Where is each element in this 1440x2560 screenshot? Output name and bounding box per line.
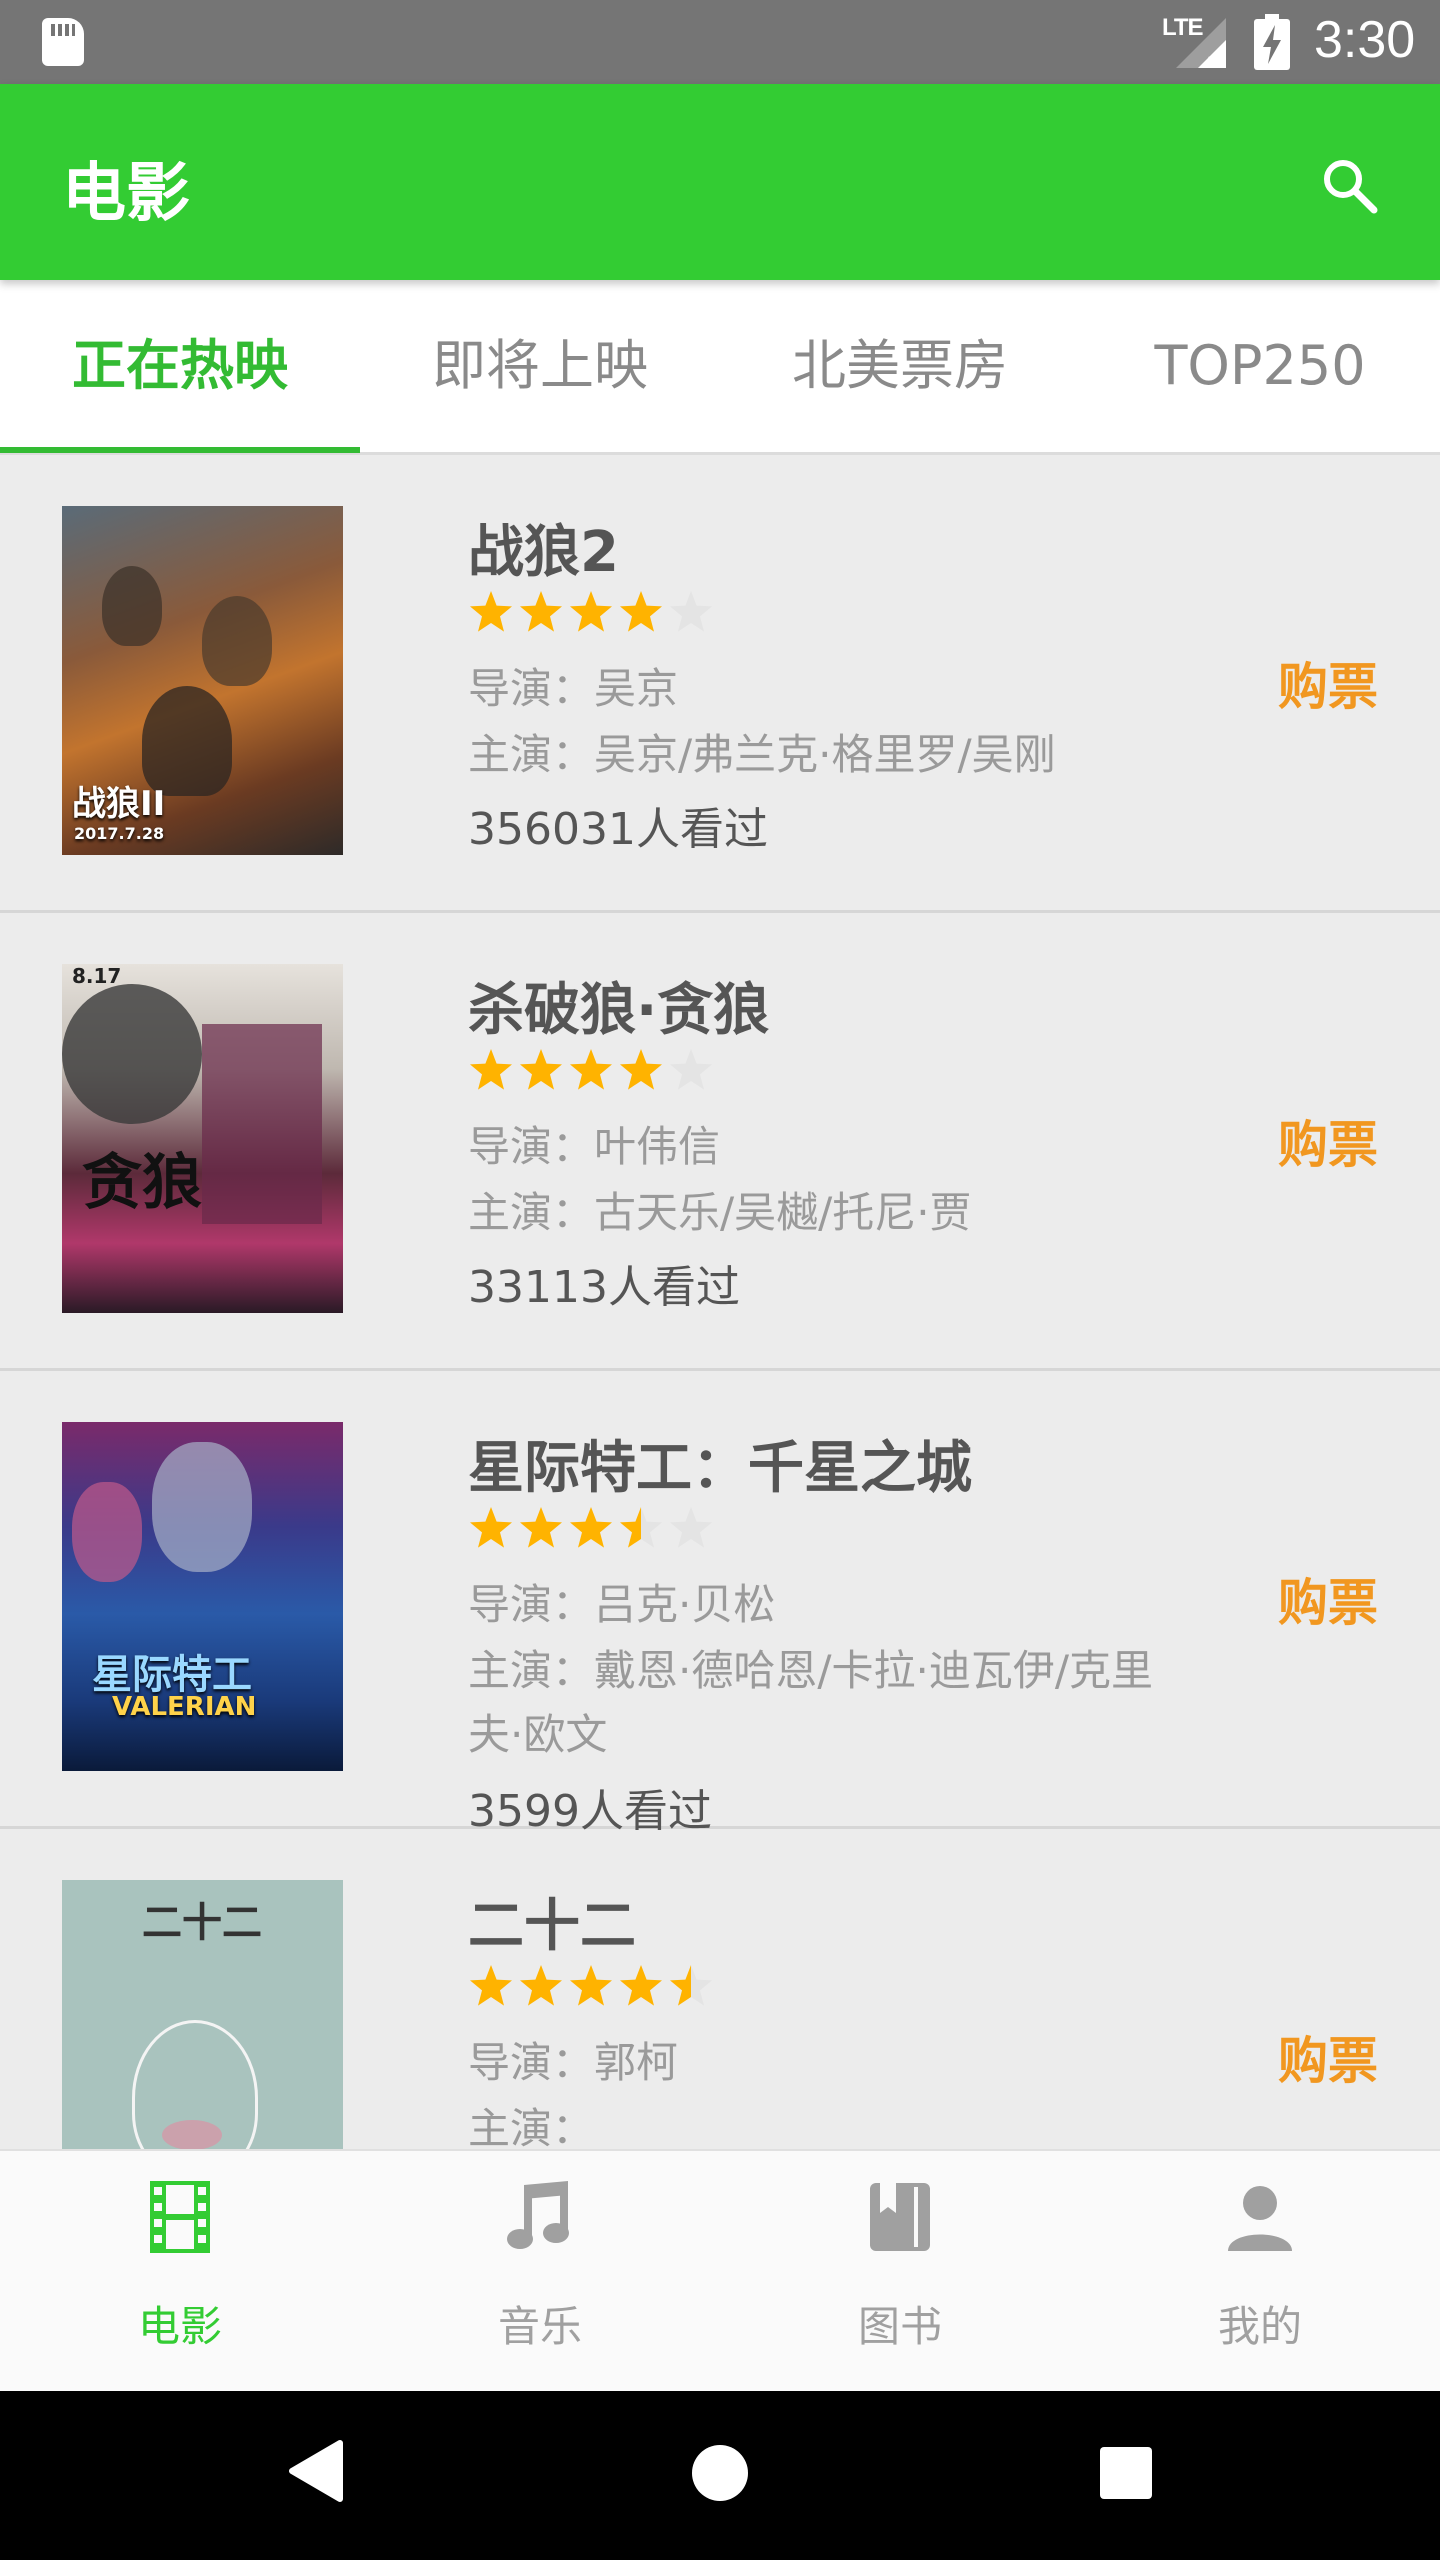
clock: 3:30	[1314, 11, 1416, 69]
buy-ticket-button[interactable]: 购票	[1278, 1105, 1378, 1177]
movie-cast: 主演：	[468, 2104, 595, 2149]
svg-text:×: ×	[1206, 51, 1219, 68]
star-full-icon	[470, 591, 512, 632]
movie-cast: 主演：吴京/弗兰克·格里罗/吴刚	[468, 730, 1056, 779]
star-full-icon	[520, 1507, 562, 1548]
star-full-icon	[620, 1965, 662, 2006]
rating-stars	[468, 1047, 712, 1093]
tab-coming-soon[interactable]: 即将上映	[360, 280, 720, 452]
movie-list[interactable]: 战狼II 2017.7.28 战狼2 导演：吴京 主演：吴京/弗兰克·格里罗/吴…	[0, 455, 1440, 2149]
star-full-icon	[570, 1965, 612, 2006]
tab-bar: 正在热映 即将上映 北美票房 TOP250	[0, 280, 1440, 455]
star-full-icon	[520, 591, 562, 632]
system-navigation-bar	[0, 2391, 1440, 2560]
star-full-icon	[520, 1049, 562, 1090]
star-empty-icon	[670, 1049, 712, 1090]
movie-row[interactable]: 二十二 二十二 导演：郭柯 主演： 购票	[0, 1829, 1440, 2149]
movie-director: 导演：郭柯	[468, 2038, 679, 2087]
star-half-icon	[620, 1507, 662, 1548]
sd-card-icon	[42, 18, 84, 66]
music-note-icon	[507, 2181, 569, 2249]
nav-music[interactable]: 音乐	[360, 2151, 720, 2393]
watched-count: 356031人看过	[468, 804, 768, 855]
tab-indicator	[0, 447, 360, 453]
back-icon[interactable]	[288, 2439, 344, 2503]
movie-cast: 主演：戴恩·德哈恩/卡拉·迪瓦伊/克里夫·欧文	[468, 1646, 1154, 1759]
star-empty-icon	[670, 1507, 712, 1548]
star-full-icon	[520, 1965, 562, 2006]
movie-cast: 主演：古天乐/吴樾/托尼·贾	[468, 1188, 972, 1237]
nav-books[interactable]: 图书	[720, 2151, 1080, 2393]
star-full-icon	[470, 1965, 512, 2006]
status-bar: LTE × 3:30	[0, 0, 1440, 84]
star-half-icon	[670, 1965, 712, 2006]
nav-books-label: 图书	[857, 2302, 942, 2351]
star-empty-icon	[670, 591, 712, 632]
tab-now-playing[interactable]: 正在热映	[0, 280, 360, 452]
app-bar: 电影	[0, 84, 1440, 280]
nav-profile[interactable]: 我的	[1080, 2151, 1440, 2393]
nav-movie[interactable]: 电影	[0, 2151, 360, 2393]
film-icon	[150, 2181, 210, 2253]
movie-poster[interactable]: 二十二	[62, 1880, 343, 2149]
page-title: 电影	[62, 157, 190, 231]
star-full-icon	[570, 591, 612, 632]
star-full-icon	[470, 1507, 512, 1548]
tab-us-box-office[interactable]: 北美票房	[720, 280, 1080, 452]
rating-stars	[468, 1505, 712, 1551]
star-full-icon	[470, 1049, 512, 1090]
nav-music-label: 音乐	[497, 2302, 582, 2351]
book-icon	[870, 2183, 930, 2251]
buy-ticket-button[interactable]: 购票	[1278, 2021, 1378, 2093]
star-full-icon	[620, 591, 662, 632]
rating-stars	[468, 589, 712, 635]
tab-top250[interactable]: TOP250	[1080, 280, 1440, 452]
movie-poster[interactable]: 星际特工 VALERIAN	[62, 1422, 343, 1771]
movie-director: 导演：吕克·贝松	[468, 1580, 776, 1629]
person-icon	[1228, 2186, 1292, 2251]
movie-title: 星际特工：千星之城	[468, 1436, 972, 1501]
rating-stars	[468, 1963, 712, 2009]
movie-title: 二十二	[468, 1894, 636, 1959]
star-full-icon	[620, 1049, 662, 1090]
recent-apps-icon[interactable]	[1100, 2447, 1152, 2499]
movie-poster[interactable]: 战狼II 2017.7.28	[62, 506, 343, 855]
home-icon[interactable]	[692, 2445, 748, 2501]
nav-movie-label: 电影	[137, 2302, 222, 2351]
star-full-icon	[570, 1049, 612, 1090]
buy-ticket-button[interactable]: 购票	[1278, 1563, 1378, 1635]
movie-title: 杀破狼·贪狼	[468, 978, 770, 1043]
battery-charging-icon	[1254, 14, 1290, 70]
bottom-navigation: 电影 音乐 图书 我的	[0, 2149, 1440, 2393]
star-full-icon	[570, 1507, 612, 1548]
search-icon[interactable]	[1318, 154, 1382, 218]
movie-row[interactable]: 星际特工 VALERIAN 星际特工：千星之城 导演：吕克·贝松 主演：戴恩·德…	[0, 1371, 1440, 1837]
movie-poster[interactable]: 贪狼 8.17	[62, 964, 343, 1313]
watched-count: 33113人看过	[468, 1262, 740, 1313]
movie-row[interactable]: 战狼II 2017.7.28 战狼2 导演：吴京 主演：吴京/弗兰克·格里罗/吴…	[0, 455, 1440, 913]
nav-profile-label: 我的	[1217, 2302, 1302, 2351]
movie-title: 战狼2	[468, 520, 619, 585]
movie-director: 导演：吴京	[468, 664, 679, 713]
signal-icon: ×	[1176, 18, 1226, 68]
movie-row[interactable]: 贪狼 8.17 杀破狼·贪狼 导演：叶伟信 主演：古天乐/吴樾/托尼·贾 331…	[0, 913, 1440, 1371]
movie-director: 导演：叶伟信	[468, 1122, 721, 1171]
buy-ticket-button[interactable]: 购票	[1278, 647, 1378, 719]
